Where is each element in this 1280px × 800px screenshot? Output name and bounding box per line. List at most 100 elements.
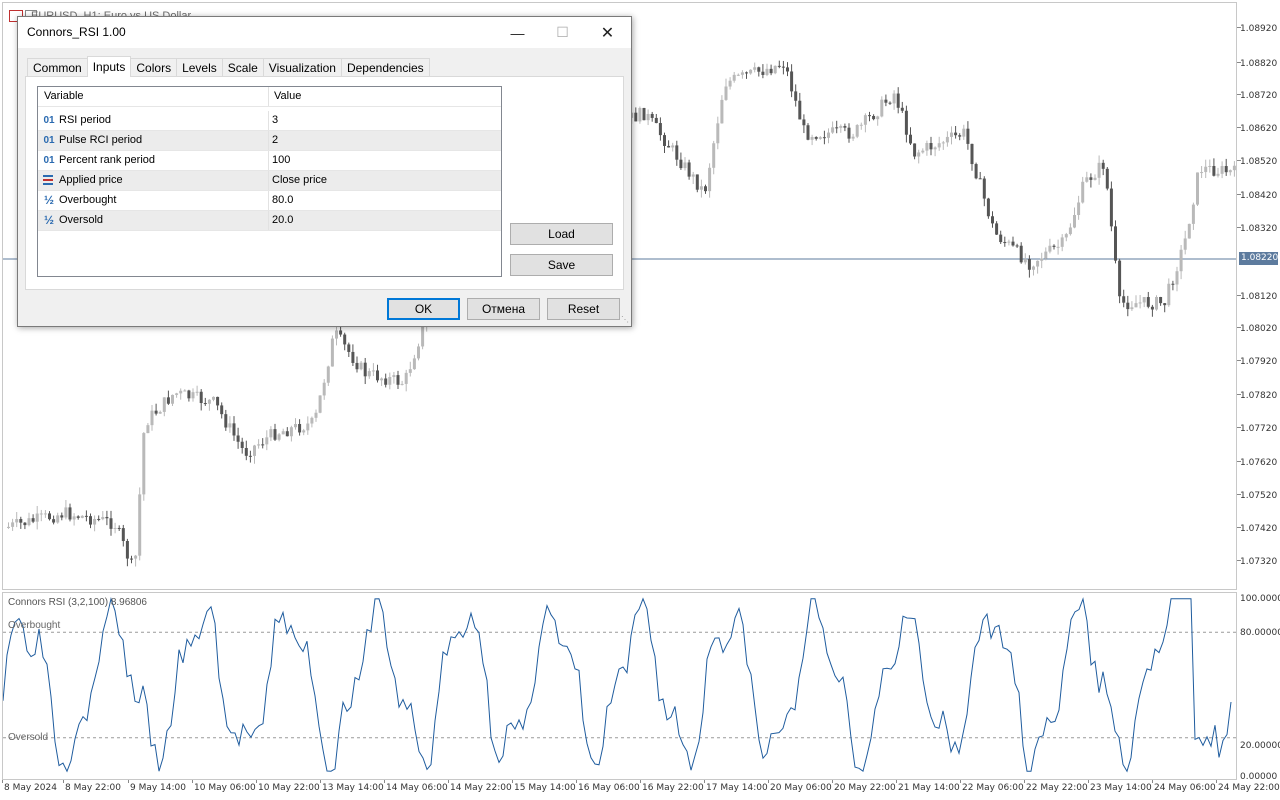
price-tick-label: 1.08120 [1240,292,1278,302]
tab-colors[interactable]: Colors [130,58,178,77]
value-cell[interactable]: 80.0 [272,191,293,210]
candle-body [654,117,658,124]
load-button[interactable]: Load [510,223,613,245]
candle-body [80,515,84,518]
candle-body [790,71,794,92]
cancel-button[interactable]: Отмена [467,298,540,320]
time-tick-label: 10 May 22:00 [258,783,320,793]
variable-header-label: Variable [44,90,84,102]
time-tick-label: 14 May 22:00 [450,783,512,793]
candle-body [822,137,826,139]
time-tick-label: 17 May 14:00 [706,783,768,793]
tab-dependencies[interactable]: Dependencies [340,58,430,77]
candle-body [1118,260,1122,297]
minimize-icon[interactable]: — [495,17,540,48]
input-parameters-table[interactable]: Variable Value 01 RSI period 3 01 Pulse RC… [37,86,502,277]
candle-body [818,137,822,139]
value-cell[interactable]: 20.0 [272,211,293,230]
candle-body [68,507,72,520]
candle-body [1003,242,1007,244]
candle-body [39,513,43,515]
candle-body [1064,234,1068,238]
candle-body [277,434,281,440]
table-row[interactable]: 01 RSI period 3 [38,111,501,131]
candle-body [417,346,420,359]
candle-body [646,113,650,121]
candle-body [183,390,187,392]
table-row[interactable]: 01 Percent rank period 100 [38,151,501,171]
time-tick-label: 24 May 06:00 [1154,783,1216,793]
candle-body [113,527,117,529]
candle-body [1212,166,1216,176]
candle-body [339,330,343,335]
table-row[interactable]: ½ Overbought 80.0 [38,191,501,211]
candle-body [1040,258,1044,261]
candle-body [1097,162,1101,178]
candle-body [27,518,31,526]
value-cell[interactable]: Close price [272,171,327,190]
candle-body [97,518,101,520]
variable-column-header[interactable]: Variable [38,87,269,106]
candle-body [52,519,56,523]
reset-button[interactable]: Reset [547,298,620,320]
candle-body [1167,283,1171,306]
candle-body [1093,177,1097,180]
candle-body [404,372,408,384]
terminal-window: EURUSD, H1: Euro vs US Dollar Connors RS… [0,0,1280,800]
time-tick [512,780,513,783]
candle-body [1220,166,1224,174]
oversold-level-label: Oversold [8,732,49,743]
value-column-header[interactable]: Value [274,87,301,106]
save-button[interactable]: Save [510,254,613,276]
candle-body [831,127,835,133]
candle-body [265,437,269,445]
table-row[interactable]: 01 Pulse RCI period 2 [38,131,501,151]
table-row[interactable]: ½ Oversold 20.0 [38,211,501,231]
candle-body [1023,259,1027,263]
tab-scale[interactable]: Scale [221,58,264,77]
candle-body [367,371,371,377]
dialog-titlebar[interactable]: Connors_RSI 1.00 — ☐ ✕ [18,17,631,48]
time-tick-label: 20 May 06:00 [770,783,832,793]
price-axis[interactable]: 1.08920 1.08820 1.08720 1.08620 1.08520 1.084… [1237,2,1280,782]
table-row[interactable]: Applied price Close price [38,171,501,191]
candle-body [105,516,109,519]
tab-visualization[interactable]: Visualization [262,58,342,77]
candle-body [872,115,876,120]
time-tick [2,780,3,783]
value-cell[interactable]: 3 [272,111,278,130]
tab-inputs[interactable]: Inputs [86,56,132,77]
candle-body [310,417,314,424]
time-tick-label: 9 May 14:00 [130,783,186,793]
candle-body [1155,296,1158,310]
ok-button[interactable]: OK [387,298,460,320]
candle-body [175,393,179,395]
tab-common[interactable]: Common [27,58,88,77]
maximize-icon[interactable]: ☐ [540,17,585,48]
candle-body [220,405,224,415]
time-tick-label: 15 May 14:00 [514,783,576,793]
inputs-tab-panel: Variable Value 01 RSI period 3 01 Pulse RC… [25,76,624,290]
time-axis[interactable]: 8 May 2024 8 May 22:00 9 May 14:00 10 May 0… [0,780,1280,800]
candle-body [921,150,925,153]
time-tick-label: 8 May 22:00 [65,783,121,793]
candle-body [1089,177,1093,180]
time-tick [256,780,257,783]
time-tick [640,780,641,783]
resize-grip-icon[interactable]: ⋱ [621,316,629,324]
time-tick [832,780,833,783]
indicator-subwindow[interactable]: Connors RSI (3,2,100) 8.96806 Overbought… [2,592,1237,780]
candle-body [855,125,859,137]
candle-body [1027,259,1031,270]
candle-body [642,107,646,121]
value-cell[interactable]: 2 [272,131,278,150]
time-tick-label: 22 May 06:00 [962,783,1024,793]
candle-body [699,186,703,190]
candle-body [1056,246,1060,248]
close-icon[interactable]: ✕ [585,17,630,48]
tab-levels[interactable]: Levels [176,58,223,77]
value-cell[interactable]: 100 [272,151,290,170]
candle-body [388,377,392,385]
candle-body [781,66,785,68]
candle-body [1048,245,1052,252]
